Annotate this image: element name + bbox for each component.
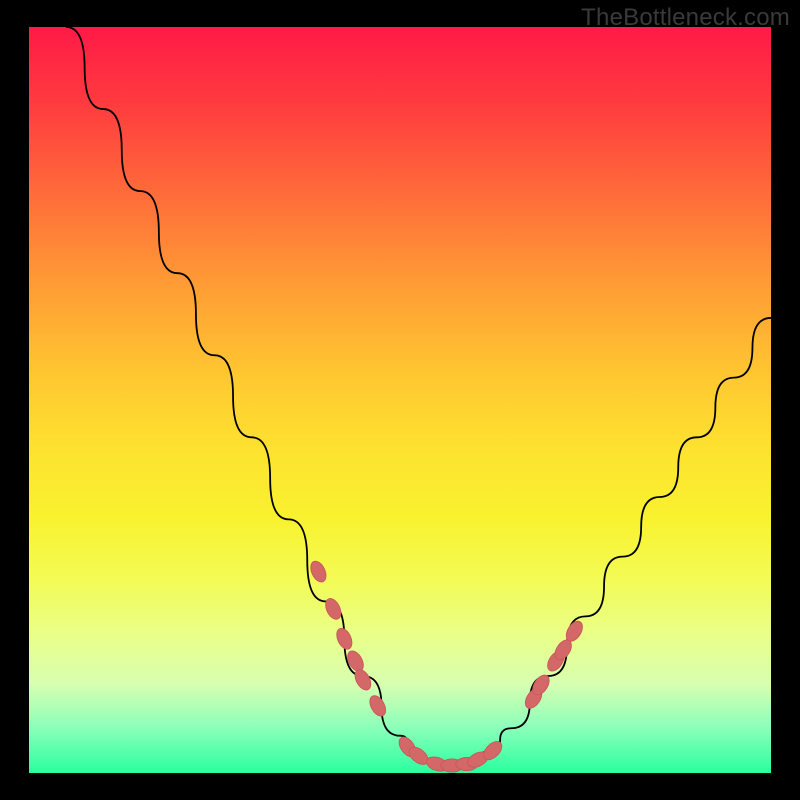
bottleneck-curve xyxy=(66,27,771,766)
data-marker xyxy=(352,667,374,693)
data-marker xyxy=(334,626,355,651)
watermark-text: TheBottleneck.com xyxy=(581,4,790,32)
data-marker xyxy=(308,559,329,584)
data-marker xyxy=(323,596,344,621)
chart-svg xyxy=(29,27,771,773)
data-marker xyxy=(367,693,389,719)
chart-plot-area xyxy=(29,27,771,773)
